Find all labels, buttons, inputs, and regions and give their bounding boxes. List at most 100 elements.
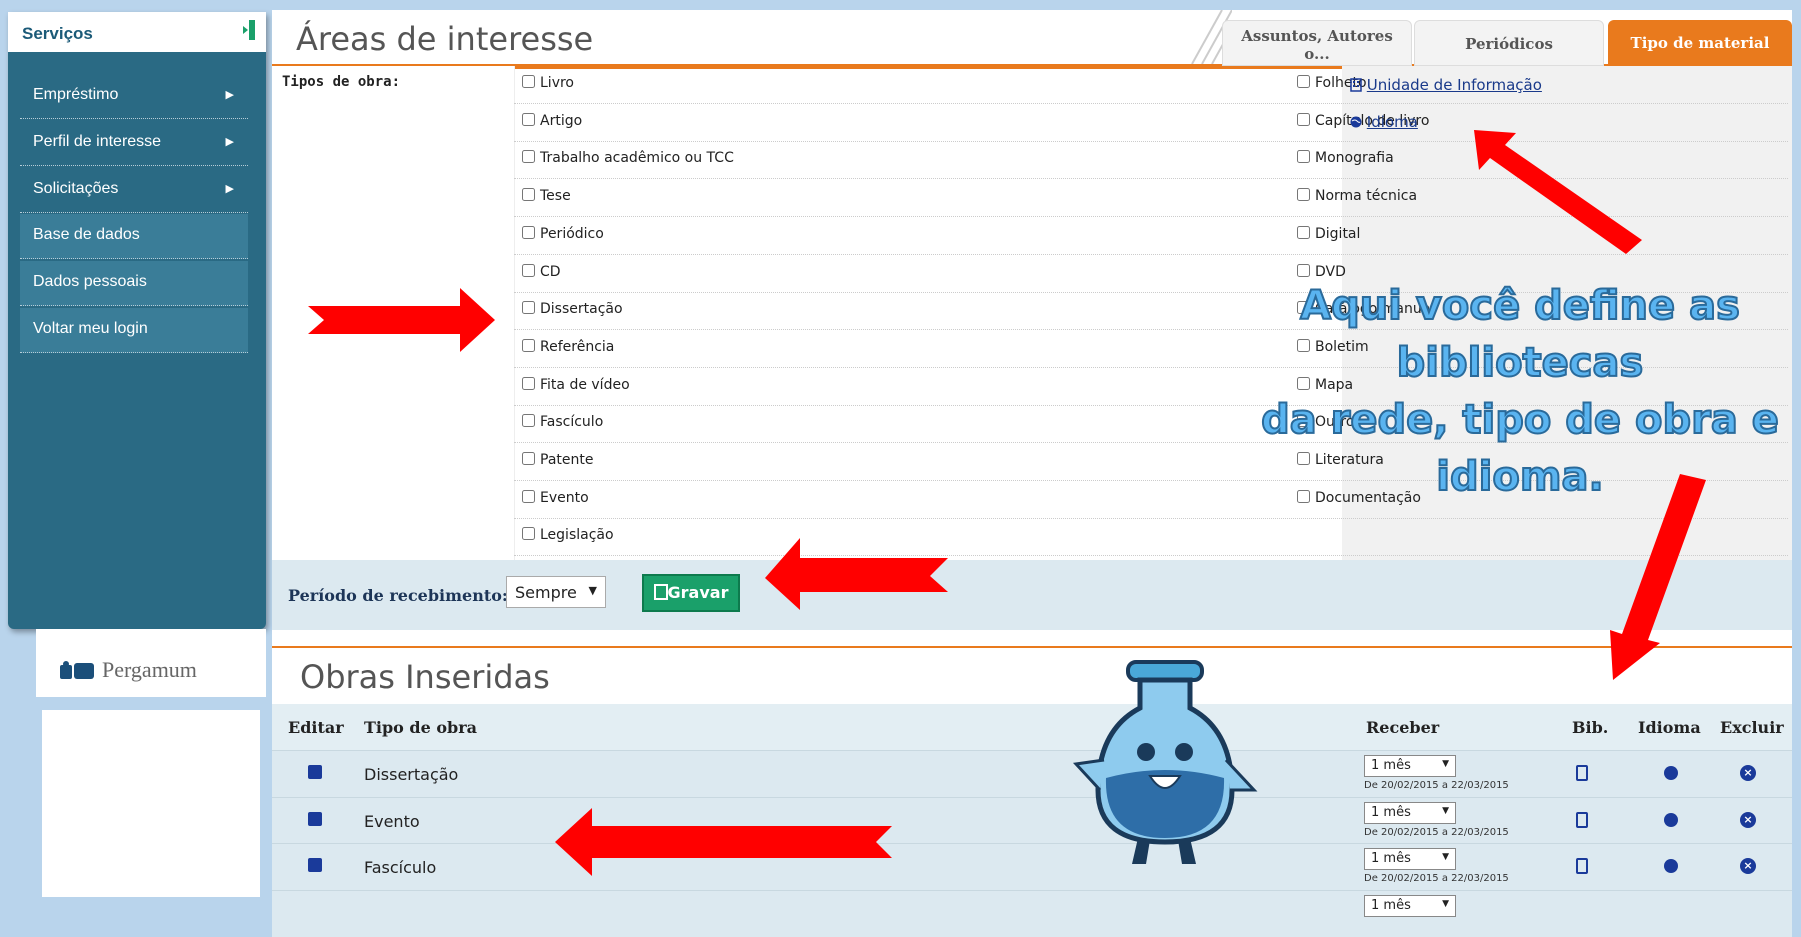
unidade-link[interactable]: Unidade de Informação: [1350, 76, 1542, 94]
save-icon: [653, 584, 668, 600]
type-option[interactable]: Fascículo: [522, 414, 603, 430]
delete-icon[interactable]: ×: [1740, 765, 1756, 781]
type-checkbox[interactable]: [522, 75, 535, 88]
sidebar-item-dados-pessoais[interactable]: Dados pessoais: [20, 261, 248, 306]
globe-icon[interactable]: [1664, 766, 1678, 780]
delete-icon[interactable]: ×: [1740, 858, 1756, 874]
annotation-note: Aqui você define as bibliotecas da rede,…: [1240, 278, 1800, 506]
sidebar-item-label: Voltar meu login: [33, 320, 148, 337]
edit-icon[interactable]: [308, 765, 322, 779]
type-checkbox[interactable]: [522, 489, 535, 503]
type-option[interactable]: Livro: [522, 75, 574, 91]
sidebar-item-voltar-login[interactable]: Voltar meu login: [20, 308, 248, 353]
type-option[interactable]: Trabalho acadêmico ou TCC: [522, 150, 734, 166]
collapse-icon[interactable]: [240, 19, 258, 41]
sidebar-item-solicitacoes[interactable]: Solicitações ▶: [20, 168, 248, 213]
receber-select[interactable]: 1 mês ▼: [1364, 801, 1456, 824]
periodo-select[interactable]: Sempre ▼: [506, 576, 606, 608]
receber-select[interactable]: 1 mês ▼: [1364, 755, 1456, 777]
caret-down-icon: ▼: [1442, 852, 1449, 862]
type-option[interactable]: Digital: [1297, 225, 1361, 242]
unidade-link-label[interactable]: Unidade de Informação: [1367, 76, 1542, 94]
type-option[interactable]: Dissertação: [522, 301, 623, 317]
tipo-cell: Fascículo: [364, 858, 437, 877]
idioma-link[interactable]: Idioma: [1350, 113, 1418, 131]
receber-select[interactable]: 1 mês ▼: [1364, 848, 1456, 870]
type-checkbox[interactable]: [1297, 75, 1310, 88]
type-checkbox[interactable]: [522, 225, 535, 239]
tab-periodicos[interactable]: Periódicos: [1414, 20, 1604, 66]
type-checkbox[interactable]: [522, 150, 535, 164]
type-option[interactable]: Artigo: [522, 112, 582, 129]
sidebar-item-emprestimo[interactable]: Empréstimo ▶: [20, 74, 248, 119]
type-option[interactable]: Legislação: [522, 527, 614, 543]
type-option[interactable]: Tese: [522, 188, 571, 204]
library-icon[interactable]: [1576, 811, 1588, 828]
chevron-right-icon: ▶: [225, 183, 234, 195]
type-option-label: Legislação: [540, 527, 614, 544]
sidebar-item-label: Base de dados: [33, 226, 140, 243]
sidebar-header: Serviços: [8, 12, 266, 54]
type-checkbox[interactable]: [522, 112, 535, 126]
type-checkbox[interactable]: [522, 188, 535, 202]
type-checkbox[interactable]: [1297, 112, 1310, 126]
type-option[interactable]: Fita de vídeo: [522, 376, 630, 393]
page-title: Áreas de interesse: [296, 20, 594, 58]
type-checkbox[interactable]: [522, 376, 535, 390]
header-bib: Bib.: [1572, 718, 1609, 737]
type-checkbox[interactable]: [522, 263, 535, 277]
header-excluir: Excluir: [1720, 718, 1784, 737]
receber-period: De 20/02/2015 a 22/03/2015: [1364, 873, 1509, 884]
type-checkbox[interactable]: [522, 527, 535, 541]
globe-icon[interactable]: [1664, 812, 1678, 827]
sidebar-item-perfil[interactable]: Perfil de interesse ▶: [20, 121, 248, 166]
type-option[interactable]: Monografia: [1297, 150, 1394, 166]
types-label: Tipos de obra:: [282, 74, 401, 90]
type-checkbox[interactable]: [1297, 263, 1310, 277]
type-option[interactable]: Patente: [522, 452, 593, 468]
type-checkbox[interactable]: [1297, 150, 1310, 164]
type-option[interactable]: CD: [522, 263, 561, 280]
obras-title: Obras Inseridas: [300, 658, 550, 696]
receber-period: De 20/02/2015 a 22/03/2015: [1364, 826, 1509, 838]
types-label-column: [272, 66, 515, 560]
chevron-right-icon: ▶: [225, 89, 234, 101]
library-icon[interactable]: [1576, 765, 1588, 781]
receber-value: 1 mês: [1371, 758, 1411, 773]
type-option[interactable]: Norma técnica: [1297, 188, 1417, 204]
type-row: Tese Norma técnica: [514, 179, 1788, 218]
edit-icon[interactable]: [308, 858, 322, 872]
edit-icon[interactable]: [308, 811, 322, 826]
caret-down-icon: ▼: [588, 584, 597, 597]
type-option-label: Digital: [1315, 225, 1361, 242]
sidebar-item-base-dados[interactable]: Base de dados: [20, 214, 248, 259]
tab-label-overflow: o...: [1304, 45, 1330, 63]
idioma-link-label[interactable]: Idioma: [1367, 113, 1418, 131]
type-checkbox[interactable]: [522, 338, 535, 352]
periodo-value: Sempre: [515, 583, 577, 602]
tab-tipo-material[interactable]: Tipo de material: [1608, 20, 1792, 64]
type-checkbox[interactable]: [1297, 225, 1310, 239]
type-checkbox[interactable]: [522, 301, 535, 315]
library-icon[interactable]: [1576, 858, 1588, 874]
sidebar-footer: Pergamum: [36, 629, 266, 697]
type-option-label: Monografia: [1315, 150, 1394, 167]
building-icon: [1350, 78, 1362, 92]
type-option-label: Referência: [540, 338, 615, 355]
tab-assuntos[interactable]: Assuntos, Autores o...: [1222, 20, 1412, 66]
type-checkbox[interactable]: [522, 414, 535, 428]
gravar-button[interactable]: Gravar: [642, 574, 740, 612]
receber-value: 1 mês: [1371, 897, 1411, 913]
delete-icon[interactable]: ×: [1740, 811, 1756, 828]
type-checkbox[interactable]: [1297, 188, 1310, 202]
type-option[interactable]: Periódico: [522, 225, 604, 242]
type-option[interactable]: Referência: [522, 338, 615, 355]
type-option-label: Periódico: [540, 225, 604, 242]
type-option[interactable]: Evento: [522, 489, 589, 506]
receber-select[interactable]: 1 mês ▼: [1364, 894, 1456, 917]
sidebar-title: Serviços: [22, 24, 93, 43]
globe-icon[interactable]: [1664, 859, 1678, 873]
header-editar: Editar: [288, 718, 344, 737]
tab-label: Assuntos, Autores: [1241, 27, 1393, 45]
type-checkbox[interactable]: [522, 452, 535, 465]
